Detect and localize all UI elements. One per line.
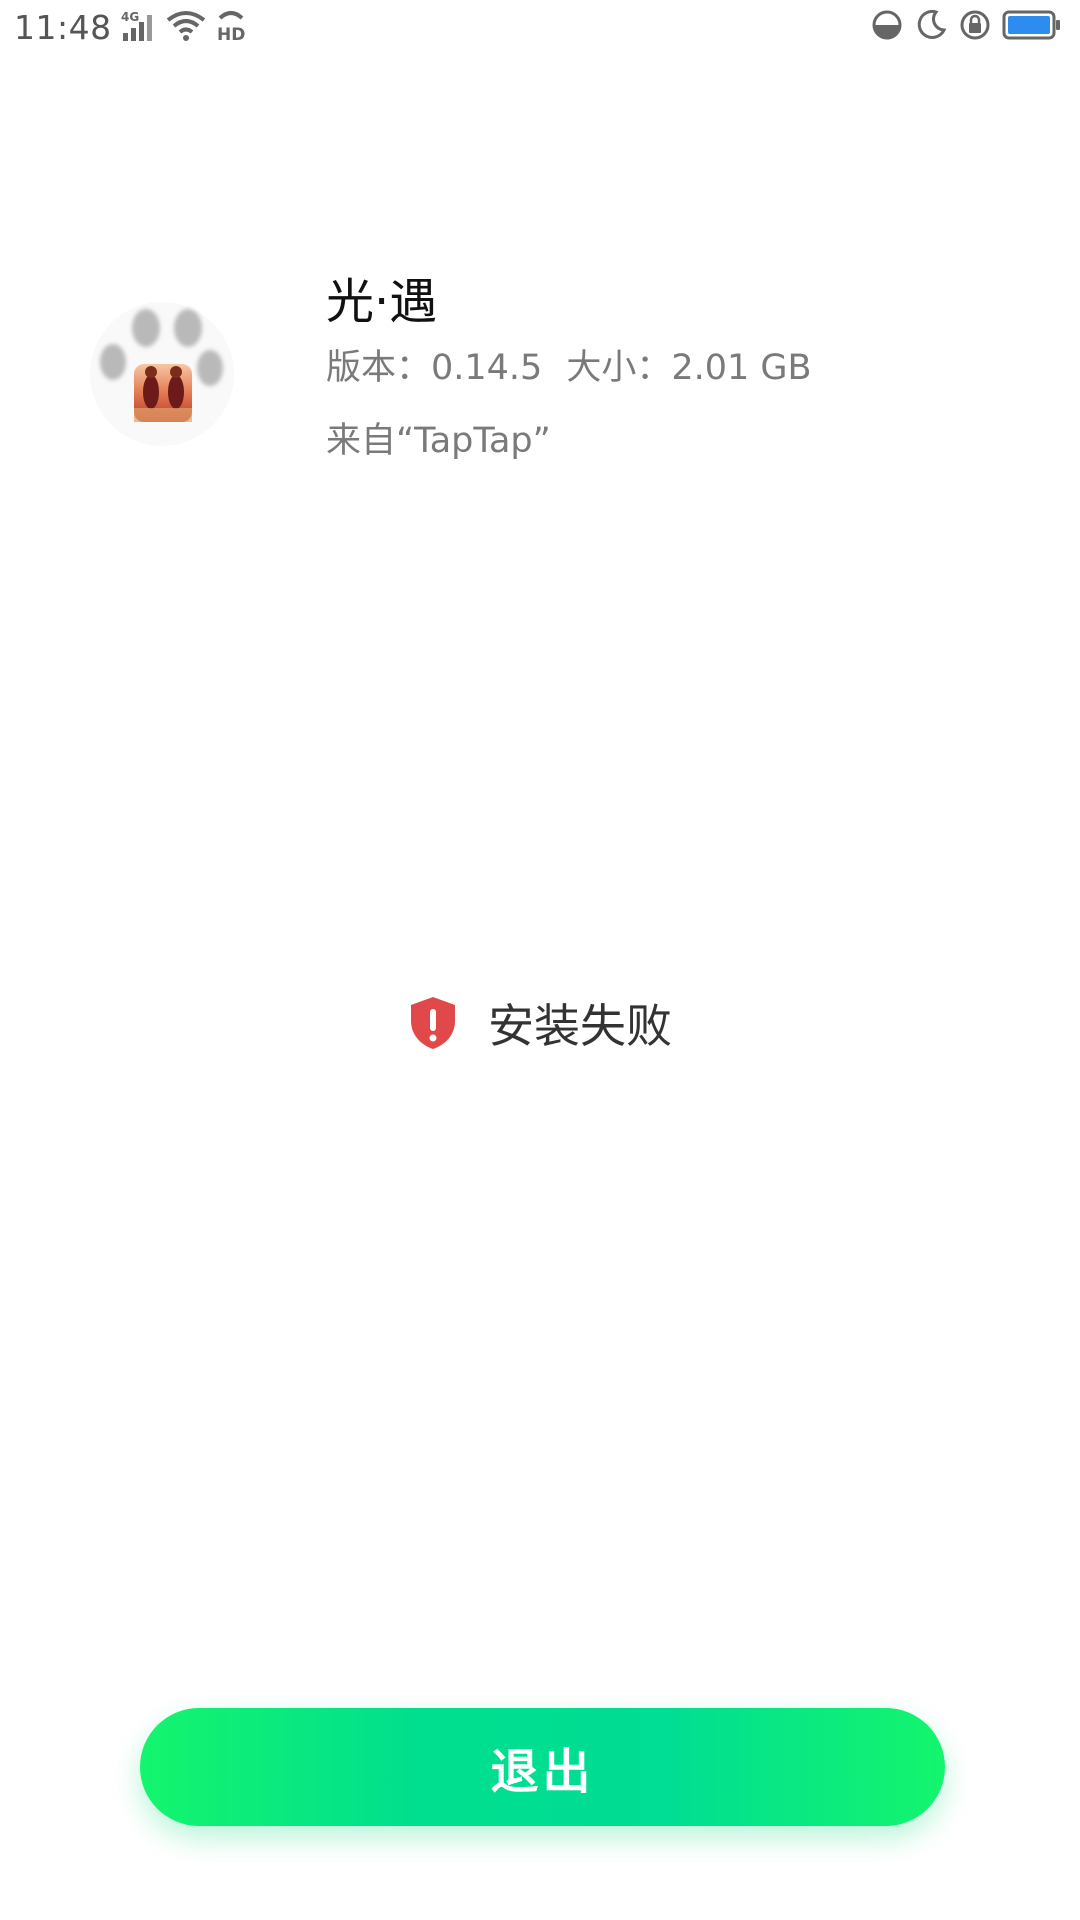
app-meta: 版本：0.14.5 大小：2.01 GB — [326, 339, 812, 390]
app-size: 大小：2.01 GB — [566, 348, 812, 388]
status-bar: 11:48 4G HD — [0, 0, 1080, 58]
rotation-lock-icon — [958, 8, 992, 46]
paw-app-icon — [88, 300, 236, 448]
hd-voice-icon: HD — [214, 10, 248, 46]
install-result-text: 安装失败 — [488, 999, 672, 1053]
status-bar-left: 11:48 4G HD — [14, 8, 248, 47]
app-name: 光·遇 — [326, 274, 438, 330]
network-type-label: 4G — [121, 10, 139, 24]
exit-button-label: 退出 — [490, 1744, 595, 1800]
battery-icon — [1002, 9, 1062, 45]
install-result-screen: 11:48 4G HD 光·遇 版本：0.14.5 大小：2.01 GB 来自“… — [0, 0, 1080, 1920]
app-source: 来自“TapTap” — [326, 421, 551, 461]
moon-icon — [914, 8, 948, 46]
hd-label: HD — [217, 25, 245, 42]
wifi-icon — [166, 10, 206, 46]
data-saver-icon — [870, 8, 904, 46]
install-result: 安装失败 — [0, 990, 1080, 1056]
app-version: 版本：0.14.5 — [326, 348, 543, 388]
status-bar-right — [860, 8, 1062, 46]
exit-button[interactable]: 退出 — [140, 1708, 945, 1826]
signal-4g-icon: 4G — [120, 9, 158, 47]
shield-error-icon — [408, 995, 458, 1051]
status-time: 11:48 — [14, 8, 112, 47]
